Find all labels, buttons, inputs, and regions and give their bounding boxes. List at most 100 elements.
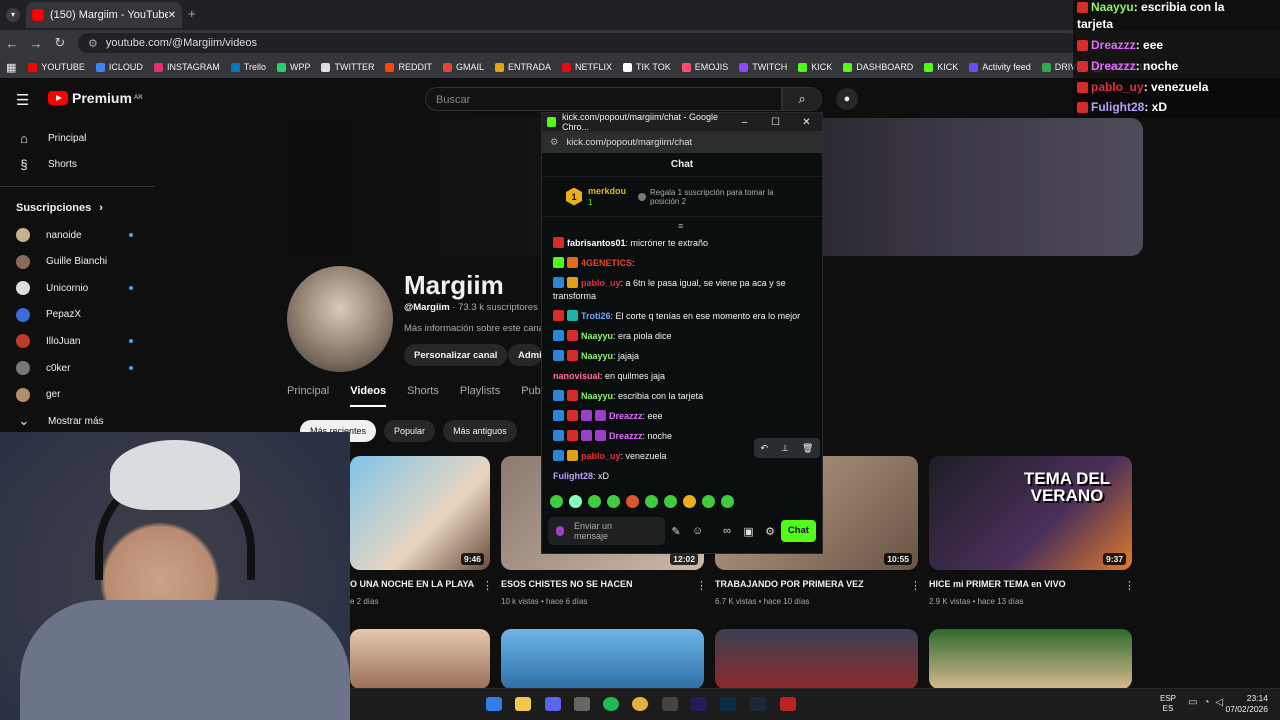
- chat-username[interactable]: Dreazzz: [609, 431, 643, 441]
- emote-icon[interactable]: [626, 495, 639, 508]
- sidebar-item-subscription[interactable]: PepazX: [0, 302, 155, 329]
- chat-message[interactable]: Troti26: El corte q tenías en ese moment…: [553, 310, 815, 323]
- emote-icon[interactable]: [645, 495, 658, 508]
- bookmark-item[interactable]: DASHBOARD: [843, 62, 913, 72]
- more-options-icon[interactable]: ⋮: [696, 579, 707, 592]
- video-title[interactable]: TRABAJANDO POR PRIMERA VEZ: [715, 579, 864, 589]
- chat-message[interactable]: fabrisantos01: micróner te extraño: [553, 237, 815, 250]
- chrome-icon[interactable]: [632, 697, 648, 711]
- more-options-icon[interactable]: ⋮: [482, 579, 493, 592]
- chat-message[interactable]: Naayyu: era piola dice: [553, 330, 815, 343]
- chat-input[interactable]: Enviar un mensaje: [548, 517, 666, 545]
- bookmark-item[interactable]: GMAIL: [442, 62, 484, 72]
- pin-icon[interactable]: ⊥: [781, 443, 789, 454]
- chat-username[interactable]: Dreazzz: [609, 411, 643, 421]
- browser-tab-youtube[interactable]: (150) Margiim - YouTube ✕: [26, 2, 182, 28]
- emote-icon[interactable]: [607, 495, 620, 508]
- bookmark-item[interactable]: EMOJIS: [681, 62, 728, 72]
- channel-tab[interactable]: Videos: [350, 385, 387, 407]
- obs-icon[interactable]: [574, 697, 590, 711]
- chat-username[interactable]: nanovisual: [553, 371, 600, 381]
- search-button[interactable]: ⌕: [782, 87, 822, 111]
- close-tab-icon[interactable]: ✕: [168, 10, 176, 21]
- delete-icon[interactable]: 🗑: [802, 443, 813, 454]
- site-info-icon[interactable]: ⚙: [550, 137, 559, 148]
- bookmark-item[interactable]: KICK: [798, 62, 832, 72]
- chat-message[interactable]: pablo_uy: a 6tn le pasa igual, se viene …: [553, 277, 815, 303]
- chat-username[interactable]: fabrisantos01: [567, 238, 626, 248]
- bookmark-item[interactable]: TIK TOK: [623, 62, 671, 72]
- system-tray-icons[interactable]: ▭◔◁: [1188, 697, 1229, 708]
- video-title[interactable]: HICE mi PRIMER TEMA en VIVO: [929, 579, 1066, 589]
- site-info-icon[interactable]: ⚙: [88, 37, 98, 50]
- filter-chip[interactable]: Más antiguos: [443, 420, 517, 442]
- chat-message[interactable]: 4GENETICS:: [553, 257, 815, 270]
- emote-icon[interactable]: [664, 495, 677, 508]
- chat-message[interactable]: Naayyu: escribia con la tarjeta: [553, 390, 815, 403]
- voice-search-button[interactable]: ●: [836, 88, 858, 110]
- bookmark-item[interactable]: Trello: [230, 62, 266, 72]
- emote-icon[interactable]: [550, 495, 563, 508]
- popout-address-bar[interactable]: ⚙ kick.com/popout/margiim/chat: [542, 131, 822, 153]
- chat-username[interactable]: Naayyu: [581, 351, 613, 361]
- premiere-icon[interactable]: [691, 697, 707, 711]
- emote-icon[interactable]: [569, 495, 582, 508]
- show-more-button[interactable]: ⌄ Mostrar más: [0, 408, 155, 435]
- emoji-icon[interactable]: ☺: [687, 525, 708, 537]
- reload-icon[interactable]: ↻: [48, 35, 72, 51]
- subscriptions-header[interactable]: Suscripciones ›: [0, 195, 155, 222]
- spotify-icon[interactable]: [603, 697, 619, 711]
- bookmark-item[interactable]: WPP: [276, 62, 310, 72]
- photoshop-icon[interactable]: [720, 697, 736, 711]
- close-icon[interactable]: ✕: [791, 117, 822, 128]
- sidebar-item-subscription[interactable]: Guille Bianchi: [0, 248, 155, 275]
- minimize-icon[interactable]: –: [729, 117, 760, 128]
- new-tab-icon[interactable]: +: [188, 6, 196, 21]
- language-indicator[interactable]: ESP ES: [1160, 694, 1176, 714]
- chat-message[interactable]: nanovisual: en quilmes jaja: [553, 370, 815, 383]
- chat-username[interactable]: Naayyu: [581, 391, 613, 401]
- discord-icon[interactable]: [545, 697, 561, 711]
- clock[interactable]: 23:14 07/02/2026: [1225, 693, 1268, 715]
- bookmark-item[interactable]: INSTAGRAM: [153, 62, 220, 72]
- bookmark-item[interactable]: ICLOUD: [95, 62, 143, 72]
- kick-points-icon[interactable]: ∞: [716, 525, 737, 537]
- bookmark-item[interactable]: ENTRADA: [494, 62, 551, 72]
- filter-chip[interactable]: Popular: [384, 420, 436, 442]
- chat-username[interactable]: Troti26: [581, 311, 611, 321]
- tab-search-icon[interactable]: ▾: [6, 8, 20, 22]
- video-title[interactable]: ESOS CHISTES NO SE HACEN: [501, 579, 633, 589]
- video-thumbnail[interactable]: [715, 629, 918, 689]
- video-thumbnail[interactable]: [350, 629, 490, 689]
- forward-icon[interactable]: →: [24, 36, 48, 51]
- sidebar-item-subscription[interactable]: c0ker: [0, 355, 155, 382]
- chat-username[interactable]: pablo_uy: [581, 451, 621, 461]
- video-title[interactable]: O UNA NOCHE EN LA PLAYA: [350, 579, 474, 589]
- video-thumbnail[interactable]: [929, 629, 1132, 689]
- sidebar-item-principal[interactable]: ⌂ Principal: [0, 125, 155, 152]
- emote-icon[interactable]: [702, 495, 715, 508]
- search-input[interactable]: Buscar: [425, 87, 782, 111]
- back-icon[interactable]: ←: [0, 36, 24, 51]
- send-chat-button[interactable]: Chat: [780, 520, 816, 542]
- sidebar-item-shorts[interactable]: § Shorts: [0, 152, 155, 179]
- bookmark-item[interactable]: TWITCH: [739, 62, 787, 72]
- channel-description[interactable]: Más información sobre este canal: [404, 323, 542, 334]
- sidebar-item-subscription[interactable]: Unicornio: [0, 275, 155, 302]
- sidebar-item-subscription[interactable]: nanoide: [0, 222, 155, 249]
- chat-message[interactable]: Dreazzz: eee: [553, 410, 815, 423]
- more-options-icon[interactable]: ⋮: [910, 579, 921, 592]
- filter-icon[interactable]: ≡: [678, 221, 683, 231]
- video-thumbnail[interactable]: TEMA DEL VERANO 9:37: [929, 456, 1132, 570]
- bookmark-item[interactable]: KICK: [924, 62, 958, 72]
- chat-message[interactable]: Naayyu: jajaja: [553, 350, 815, 363]
- bookmark-item[interactable]: REDDIT: [385, 62, 432, 72]
- bookmark-item[interactable]: Activity feed: [969, 62, 1031, 72]
- sub-leaderboard[interactable]: 1 merkdou 1 Regala 1 suscripción para to…: [542, 177, 822, 217]
- bookmark-item[interactable]: YOUTUBE: [28, 62, 85, 72]
- admin-button[interactable]: Admi: [508, 344, 542, 366]
- address-bar[interactable]: ⚙ youtube.com/@Margiim/videos: [78, 33, 1078, 53]
- translate-icon[interactable]: ✎: [665, 525, 686, 538]
- steam-icon[interactable]: [750, 697, 766, 711]
- reply-icon[interactable]: ↶: [761, 443, 769, 454]
